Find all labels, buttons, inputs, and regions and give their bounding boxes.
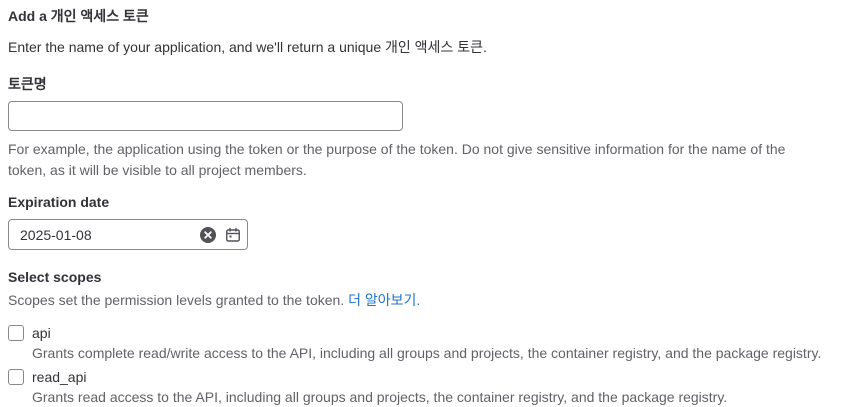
- expiration-date-value: 2025-01-08: [20, 227, 92, 243]
- form-description: Enter the name of your application, and …: [8, 39, 487, 55]
- form-title: Add a 개인 액세스 토큰: [8, 8, 149, 24]
- scopes-help: Scopes set the permission levels granted…: [8, 290, 420, 310]
- select-scopes-label: Select scopes: [8, 269, 102, 285]
- scope-api-checkbox[interactable]: [8, 325, 24, 341]
- scopes-help-text: Scopes set the permission levels granted…: [8, 292, 345, 308]
- scope-read-api-label[interactable]: read_api: [32, 369, 87, 385]
- token-name-help: For example, the application using the t…: [8, 141, 786, 178]
- scope-read-api-checkbox[interactable]: [8, 369, 24, 385]
- scope-api-label[interactable]: api: [32, 325, 51, 341]
- learn-more-link[interactable]: 더 알아보기.: [348, 292, 420, 308]
- expiration-date-label: Expiration date: [8, 194, 110, 210]
- token-name-input[interactable]: [8, 101, 403, 131]
- clear-circle-icon[interactable]: [200, 227, 216, 243]
- calendar-icon[interactable]: [225, 227, 241, 243]
- scope-read-api-description: Grants read access to the API, including…: [32, 389, 728, 405]
- token-name-label: 토큰명: [8, 76, 47, 92]
- expiration-date-field[interactable]: 2025-01-08: [8, 219, 248, 250]
- scope-api-description: Grants complete read/write access to the…: [32, 345, 822, 361]
